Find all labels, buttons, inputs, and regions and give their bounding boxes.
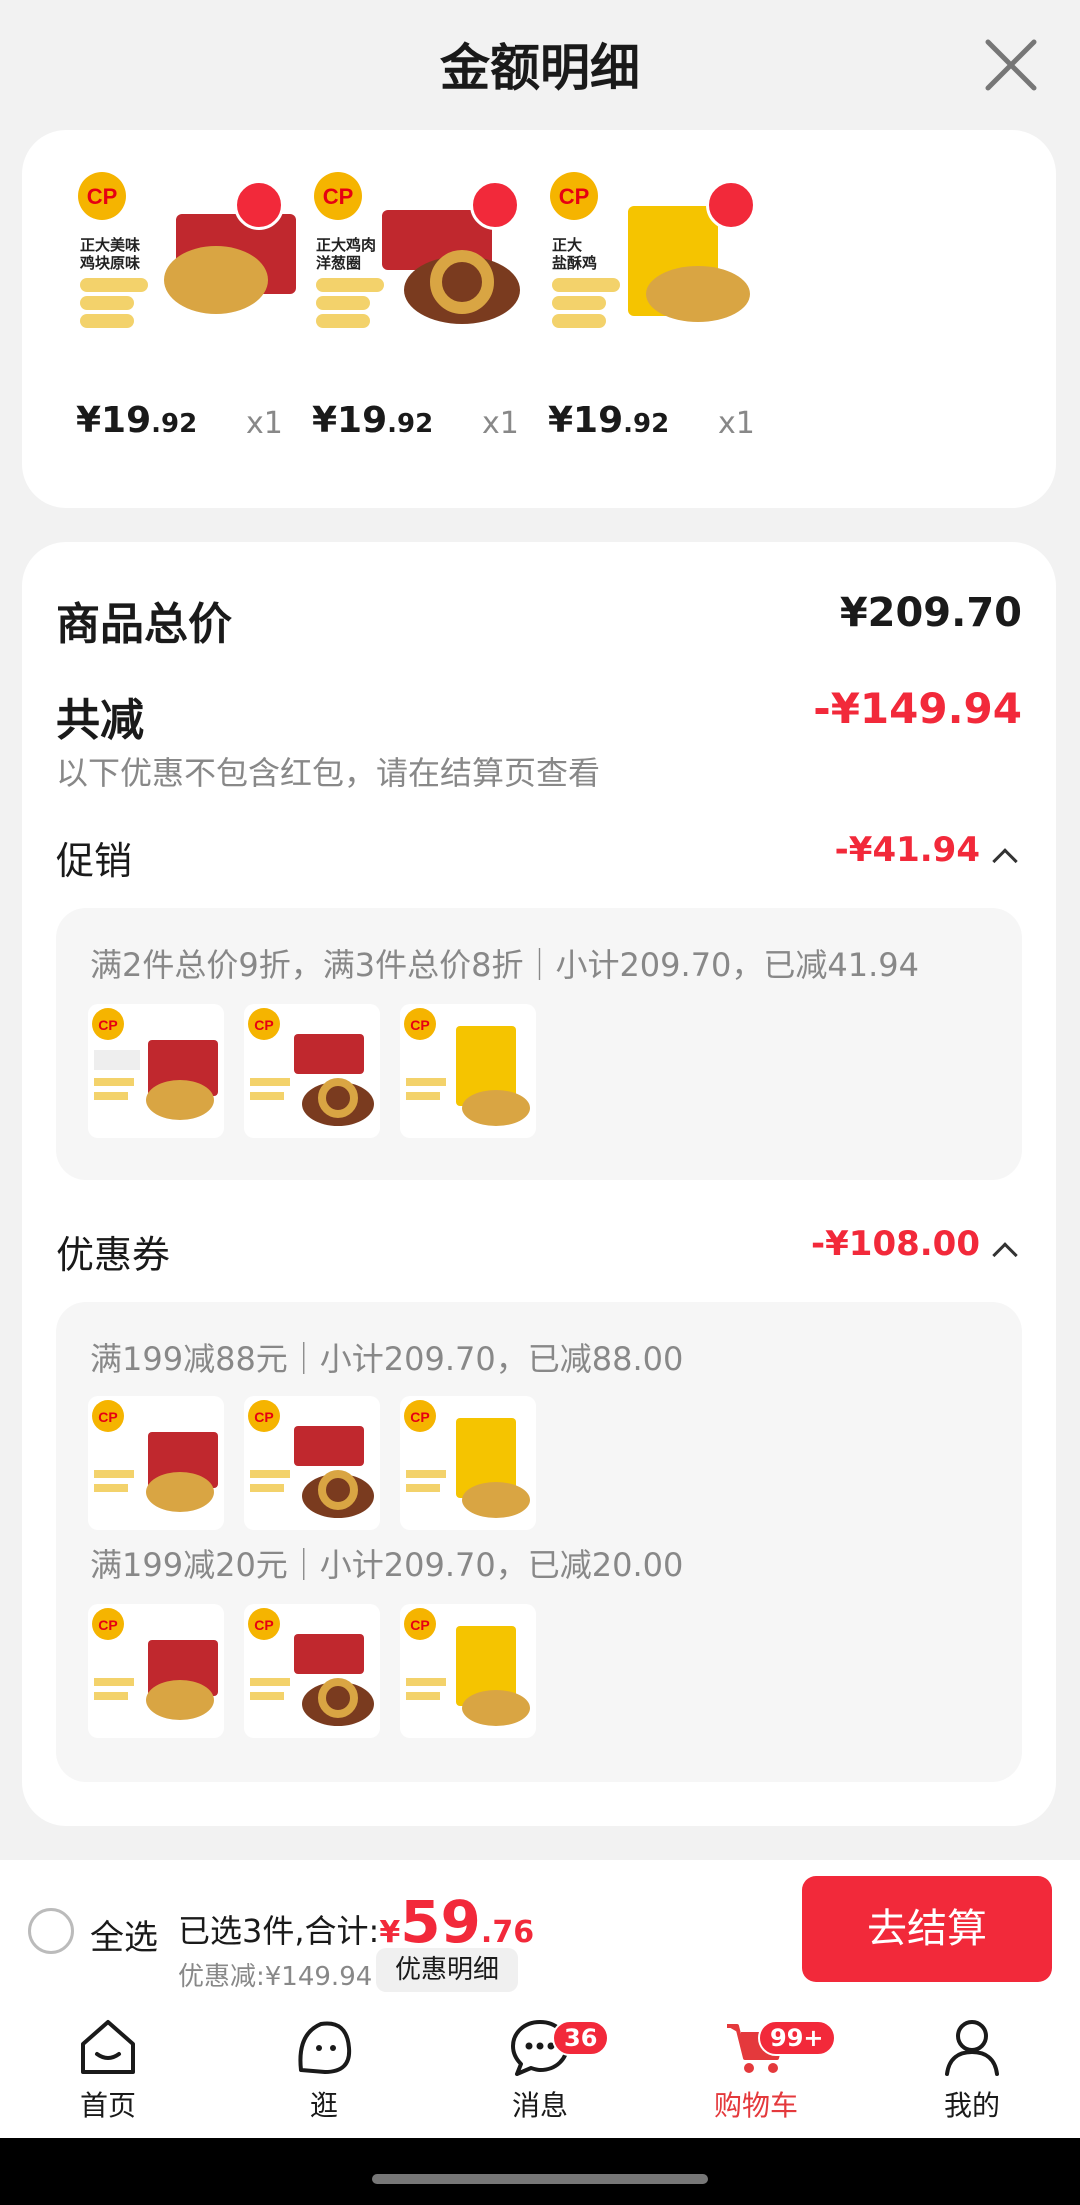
svg-text:CP: CP (87, 184, 118, 209)
product-price: ¥19.92 (312, 400, 434, 441)
discount-detail-button[interactable]: 优惠明细 (376, 1948, 518, 1992)
svg-text:正大美味: 正大美味 (80, 236, 140, 254)
svg-text:洋葱圈: 洋葱圈 (316, 254, 361, 272)
product-qty: x1 (718, 406, 755, 441)
svg-text:CP: CP (410, 1409, 429, 1425)
product-item[interactable]: CP 正大美味 鸡块原味 ¥19.92 x1 (76, 170, 306, 490)
product-thumb: CP (400, 1604, 536, 1738)
product-price: ¥19.92 (548, 400, 670, 441)
sheet-title: 金额明细 (440, 39, 640, 97)
total-price-value: ¥209.70 (839, 590, 1022, 636)
select-all-radio[interactable] (28, 1908, 74, 1954)
message-count-badge: 36 (552, 2020, 610, 2056)
promo-box: 满2件总价9折，满3件总价8折｜小计209.70，已减41.94 CP CP C… (56, 908, 1022, 1180)
product-thumb: CP (244, 1604, 380, 1738)
selected-products-card: CP 正大美味 鸡块原味 ¥19.92 x1 CP 正大鸡肉 洋葱圈 ¥19.9… (22, 130, 1056, 508)
tab-label: 购物车 (713, 2089, 798, 2122)
reduce-note: 以下优惠不包含红包，请在结算页查看 (56, 754, 601, 792)
svg-text:CP: CP (98, 1409, 117, 1425)
select-all-label[interactable]: 全选 (90, 1910, 158, 1959)
tab-messages[interactable]: 消息 36 (480, 2014, 610, 2124)
chevron-up-icon (992, 1241, 1018, 1268)
svg-text:CP: CP (559, 184, 590, 209)
promo-label: 促销 (56, 839, 133, 883)
tab-label: 我的 (943, 2089, 1000, 2122)
check-icon[interactable] (234, 180, 284, 230)
total-price-row: 商品总价 ¥209.70 (56, 588, 1022, 652)
product-thumb: CP (88, 1004, 224, 1138)
product-item[interactable]: CP 正大鸡肉 洋葱圈 ¥19.92 x1 (312, 170, 542, 490)
cart-count-badge: 99+ (758, 2020, 836, 2056)
svg-text:CP: CP (98, 1617, 117, 1633)
coupon-desc: 满199减88元｜小计209.70，已减88.00 (90, 1340, 684, 1378)
coupon-row[interactable]: 优惠券 -¥108.00 (56, 1224, 1022, 1279)
coupon-label: 优惠券 (56, 1233, 171, 1277)
product-thumb: CP (88, 1396, 224, 1530)
profile-icon (945, 2020, 999, 2076)
bottom-tab-bar: 首页 逛 消息 36 购物车 99+ 我的 (0, 2000, 1080, 2138)
checkout-bar: 全选 已选3件,合计:¥59.76 优惠减:¥149.94 优惠明细 去结算 (0, 1860, 1080, 2000)
product-thumb: CP (244, 1396, 380, 1530)
total-price-label: 商品总价 (56, 599, 232, 650)
check-icon[interactable] (706, 180, 756, 230)
svg-text:CP: CP (254, 1017, 273, 1033)
tab-browse[interactable]: 逛 (264, 2014, 384, 2124)
cart-total: 已选3件,合计:¥59.76 (178, 1888, 535, 1956)
coupon-desc: 满199减20元｜小计209.70，已减20.00 (90, 1546, 684, 1584)
home-icon (81, 2020, 135, 2074)
tab-profile[interactable]: 我的 (912, 2014, 1032, 2124)
promo-desc: 满2件总价9折，满3件总价8折｜小计209.70，已减41.94 (90, 946, 920, 984)
coupon-box: 满199减88元｜小计209.70，已减88.00 CP CP CP 满199减… (56, 1302, 1022, 1782)
browse-icon (298, 2021, 352, 2074)
svg-text:正大: 正大 (552, 236, 582, 254)
product-qty: x1 (246, 406, 283, 441)
close-icon[interactable] (976, 30, 1046, 100)
product-price: ¥19.92 (76, 400, 198, 441)
product-thumb: CP (400, 1004, 536, 1138)
product-thumb: CP (400, 1396, 536, 1530)
svg-text:CP: CP (410, 1617, 429, 1633)
tab-home[interactable]: 首页 (48, 2014, 168, 2124)
svg-text:CP: CP (254, 1409, 273, 1425)
svg-text:CP: CP (254, 1617, 273, 1633)
tab-label: 逛 (309, 2089, 338, 2122)
promo-amount[interactable]: -¥41.94 (835, 830, 1018, 874)
product-thumb: CP (88, 1604, 224, 1738)
svg-text:CP: CP (323, 184, 354, 209)
total-reduce-label: 共减 (56, 695, 144, 746)
product-item[interactable]: CP 正大 盐酥鸡 ¥19.92 x1 (548, 170, 778, 490)
tab-label: 消息 (511, 2089, 568, 2122)
chevron-up-icon (992, 847, 1018, 874)
svg-text:CP: CP (98, 1017, 117, 1033)
promo-row[interactable]: 促销 -¥41.94 (56, 830, 1022, 885)
tab-cart[interactable]: 购物车 99+ (696, 2014, 836, 2124)
svg-text:CP: CP (410, 1017, 429, 1033)
product-thumb: CP (244, 1004, 380, 1138)
price-summary-card: 商品总价 ¥209.70 共减 -¥149.94 以下优惠不包含红包，请在结算页… (22, 542, 1056, 1826)
checkout-button[interactable]: 去结算 (802, 1876, 1052, 1982)
system-nav-bar (0, 2138, 1080, 2205)
total-reduce-value: -¥149.94 (813, 684, 1022, 733)
product-qty: x1 (482, 406, 519, 441)
svg-text:鸡块原味: 鸡块原味 (79, 254, 140, 272)
tab-label: 首页 (79, 2089, 136, 2122)
coupon-amount[interactable]: -¥108.00 (811, 1224, 1018, 1268)
total-reduce-row: 共减 -¥149.94 (56, 684, 1022, 748)
home-indicator[interactable] (372, 2174, 708, 2184)
check-icon[interactable] (470, 180, 520, 230)
discount-text: 优惠减:¥149.94 (178, 1962, 373, 1992)
amount-detail-sheet: 金额明细 CP 正大美味 鸡块原味 ¥19.92 x1 CP 正大鸡肉 洋葱圈 … (0, 0, 1080, 1860)
svg-text:盐酥鸡: 盐酥鸡 (552, 254, 597, 272)
svg-text:正大鸡肉: 正大鸡肉 (316, 236, 376, 254)
